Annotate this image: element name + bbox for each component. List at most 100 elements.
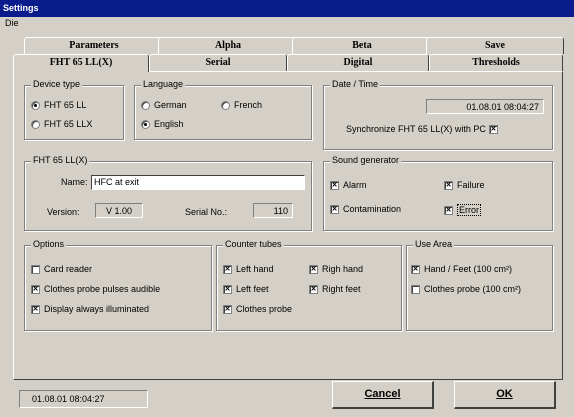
radio-indicator (31, 119, 40, 129)
checkbox-label: Card reader (44, 264, 93, 274)
serial-value: 110 (253, 203, 293, 218)
tab-save[interactable]: Save (426, 37, 564, 54)
radio-french[interactable]: French (221, 100, 262, 110)
checkbox-indicator (488, 124, 498, 134)
check-error[interactable]: Error (444, 204, 481, 216)
check-hand-feet[interactable]: Hand / Feet (100 cm²) (411, 264, 512, 274)
checkbox-label: Righ hand (322, 264, 364, 274)
name-input[interactable]: HFC at exit (91, 175, 305, 190)
version-label: Version: (47, 207, 80, 217)
check-left-feet[interactable]: Left feet (223, 284, 269, 294)
use-area-group: Use Area Hand / Feet (100 cm²) Clothes p… (406, 239, 553, 331)
checkbox-label: Clothes probe (236, 304, 293, 314)
radio-indicator (31, 100, 40, 110)
device-type-label: Device type (31, 79, 83, 89)
check-right-feet[interactable]: Right feet (309, 284, 361, 294)
checkbox-indicator (411, 264, 420, 274)
check-failure[interactable]: Failure (444, 180, 485, 190)
checkbox-label: Display always illuminated (44, 304, 150, 314)
radio-label: French (234, 100, 263, 110)
check-contamination[interactable]: Contamination (330, 204, 401, 214)
radio-english[interactable]: English (141, 119, 184, 129)
check-clothes-probe-audible[interactable]: Clothes probe pulses audible (31, 284, 160, 294)
checkbox-label: Hand / Feet (100 cm²) (424, 264, 513, 274)
options-group: Options Card reader Clothes probe pulses… (24, 239, 212, 331)
ok-button[interactable]: OK (454, 381, 556, 409)
window-title: Settings (0, 0, 574, 17)
language-group: Language German French English (134, 79, 312, 140)
sync-checkbox[interactable]: Synchronize FHT 65 LL(X) with PC (346, 124, 502, 134)
radio-label: German (154, 100, 187, 110)
date-time-label: Date / Time (330, 79, 381, 89)
tab-fht65[interactable]: FHT 65 LL(X) (13, 54, 149, 72)
checkbox-indicator (309, 284, 318, 294)
radio-label: FHT 65 LLX (44, 119, 93, 129)
name-label: Name: (61, 177, 88, 187)
tab-serial[interactable]: Serial (149, 54, 287, 71)
check-alarm[interactable]: Alarm (330, 180, 367, 190)
check-left-hand[interactable]: Left hand (223, 264, 274, 274)
cancel-button[interactable]: Cancel (332, 381, 434, 409)
checkbox-indicator (444, 205, 453, 215)
tab-beta[interactable]: Beta (292, 37, 432, 54)
tab-thresholds[interactable]: Thresholds (429, 54, 563, 71)
tab-digital[interactable]: Digital (287, 54, 429, 71)
check-clothes-probe[interactable]: Clothes probe (223, 304, 292, 314)
check-right-hand[interactable]: Righ hand (309, 264, 363, 274)
radio-indicator (221, 100, 230, 110)
checkbox-indicator (31, 284, 40, 294)
checkbox-label: Left hand (236, 264, 274, 274)
radio-fht65ll[interactable]: FHT 65 LL (31, 100, 86, 110)
checkbox-label: Contamination (343, 204, 402, 214)
status-datetime: 01.08.01 08:04:27 (19, 390, 148, 408)
cancel-button-label: Cancel (364, 388, 401, 400)
checkbox-indicator (31, 304, 40, 314)
checkbox-indicator (31, 264, 40, 274)
sound-label: Sound generator (330, 155, 402, 165)
checkbox-indicator (444, 180, 453, 190)
radio-label: FHT 65 LL (44, 100, 87, 110)
check-clothes-probe-area[interactable]: Clothes probe (100 cm²) (411, 284, 521, 294)
date-time-display: 01.08.01 08:04:27 (426, 99, 544, 114)
radio-german[interactable]: German (141, 100, 187, 110)
checkbox-label: Error (457, 204, 481, 216)
checkbox-indicator (330, 204, 339, 214)
language-label: Language (141, 79, 186, 89)
version-value: V 1.00 (95, 203, 143, 218)
checkbox-label: Failure (457, 180, 485, 190)
ok-button-label: OK (496, 388, 513, 400)
checkbox-indicator (223, 264, 232, 274)
tab-alpha[interactable]: Alpha (158, 37, 298, 54)
checkbox-label: Right feet (322, 284, 361, 294)
serial-label: Serial No.: (185, 207, 228, 217)
checkbox-label: Alarm (343, 180, 367, 190)
checkbox-label: Clothes probe (100 cm²) (424, 284, 522, 294)
use-area-label: Use Area (413, 239, 455, 249)
sound-group: Sound generator Alarm Failure Contaminat… (323, 155, 553, 231)
radio-indicator (141, 100, 150, 110)
menu-file[interactable]: Die (0, 17, 574, 31)
radio-indicator (141, 119, 150, 129)
device-group: FHT 65 LL(X) Name: HFC at exit Version: … (24, 155, 312, 231)
check-card-reader[interactable]: Card reader (31, 264, 92, 274)
checkbox-label: Clothes probe pulses audible (44, 284, 161, 294)
date-time-group: Date / Time 01.08.01 08:04:27 Synchroniz… (323, 79, 553, 150)
device-type-group: Device type FHT 65 LL FHT 65 LLX (24, 79, 124, 140)
sync-label: Synchronize FHT 65 LL(X) with PC (346, 124, 486, 134)
checkbox-indicator (309, 264, 318, 274)
checkbox-indicator (223, 284, 232, 294)
checkbox-indicator (223, 304, 232, 314)
checkbox-indicator (411, 284, 420, 294)
check-display-illuminated[interactable]: Display always illuminated (31, 304, 149, 314)
radio-fht65llx[interactable]: FHT 65 LLX (31, 119, 92, 129)
radio-label: English (154, 119, 184, 129)
tab-parameters[interactable]: Parameters (24, 37, 164, 54)
tab-panel: Device type FHT 65 LL FHT 65 LLX Languag… (13, 71, 563, 380)
checkbox-label: Left feet (236, 284, 269, 294)
counter-tubes-group: Counter tubes Left hand Righ hand Left f… (216, 239, 402, 331)
options-label: Options (31, 239, 67, 249)
checkbox-indicator (330, 180, 339, 190)
settings-window: Parameters Alpha Beta Save FHT 65 LL(X) … (0, 31, 574, 417)
device-group-label: FHT 65 LL(X) (31, 155, 90, 165)
counter-tubes-label: Counter tubes (223, 239, 284, 249)
